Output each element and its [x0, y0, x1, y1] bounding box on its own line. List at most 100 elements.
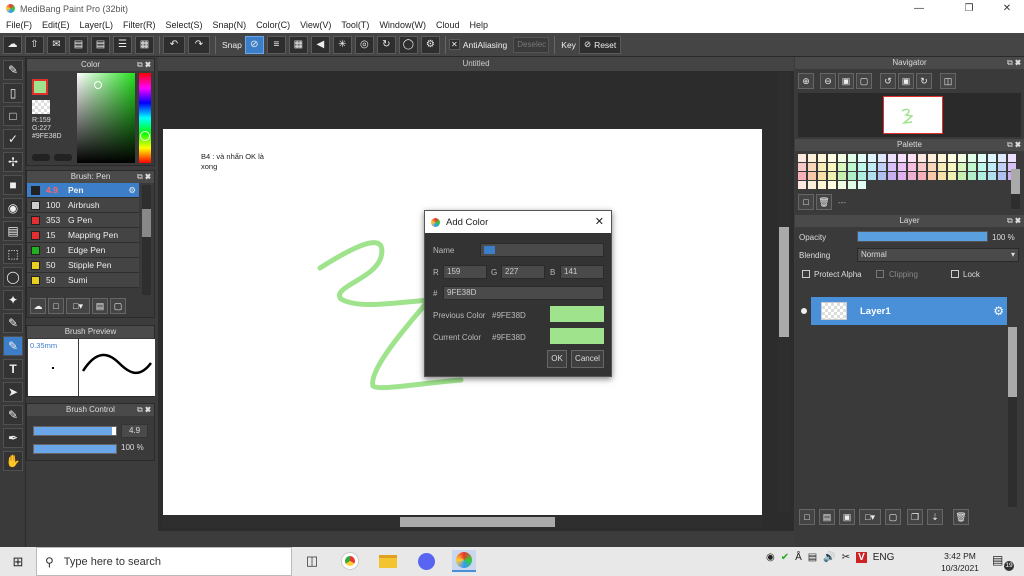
radial-snap-icon[interactable]: ✳	[332, 35, 352, 54]
layer-scrollbar[interactable]	[1008, 327, 1017, 507]
palette-swatch[interactable]	[888, 172, 896, 180]
palette-swatch[interactable]	[978, 172, 986, 180]
palette-swatch[interactable]	[938, 154, 946, 162]
brush-item[interactable]: 100 Airbrush	[27, 198, 139, 213]
rotate-reset-icon[interactable]: ▣	[898, 73, 914, 89]
palette-swatch[interactable]	[898, 172, 906, 180]
lasso-tool-icon[interactable]: ◯	[3, 267, 23, 287]
snap-off-icon[interactable]: ⊘	[244, 35, 264, 54]
palette-swatch[interactable]	[998, 172, 1006, 180]
palette-swatch[interactable]	[918, 172, 926, 180]
cut-icon[interactable]: ✂	[842, 552, 850, 563]
magic-wand-tool-icon[interactable]: ✦	[3, 290, 23, 310]
palette-swatch[interactable]	[998, 163, 1006, 171]
gear-icon[interactable]: ⚙	[993, 304, 1004, 318]
network-icon[interactable]: ▤	[808, 552, 817, 563]
palette-swatch[interactable]	[848, 181, 856, 189]
palette-swatch[interactable]	[938, 172, 946, 180]
palette-swatch[interactable]	[858, 154, 866, 162]
palette-swatch[interactable]	[958, 172, 966, 180]
add-layer-dropdown-icon[interactable]: □▾	[859, 509, 881, 525]
new-1bit-layer-icon[interactable]: ▣	[839, 509, 855, 525]
palette-swatch[interactable]	[898, 154, 906, 162]
fill-rect-tool-icon[interactable]: ■	[3, 175, 23, 195]
chat-icon[interactable]: ✉	[47, 35, 66, 54]
menu-window[interactable]: Window(W)	[379, 20, 426, 30]
layer-folder-icon[interactable]: ▢	[885, 509, 901, 525]
palette-swatch[interactable]	[808, 181, 816, 189]
palette-swatch[interactable]	[878, 163, 886, 171]
navigator-viewport[interactable]	[883, 96, 943, 134]
palette-swatch[interactable]	[828, 163, 836, 171]
menu-edit[interactable]: Edit(E)	[42, 20, 70, 30]
task-view-icon[interactable]: ◫	[300, 550, 324, 572]
close-window-button[interactable]: ✕	[992, 0, 1022, 17]
delete-color-icon[interactable]: 🗑	[816, 194, 832, 210]
select-pen-tool-icon[interactable]: ✎	[3, 313, 23, 333]
clock[interactable]: 3:42 PM 10/3/2021	[936, 550, 984, 574]
parallel-snap-icon[interactable]: ≡	[266, 35, 286, 54]
brush-list-scrollbar[interactable]	[142, 185, 151, 295]
panel-float-close-icon[interactable]: ⧉ ✖	[137, 171, 151, 183]
perspective-snap-icon[interactable]: ◀	[310, 35, 330, 54]
palette-swatch[interactable]	[898, 163, 906, 171]
brush-item[interactable]: 353 G Pen	[27, 213, 139, 228]
palette-swatch[interactable]	[908, 154, 916, 162]
curve-snap-icon[interactable]: ↻	[376, 35, 396, 54]
deselect-button[interactable]: Deselec	[513, 36, 550, 53]
palette-swatch[interactable]	[888, 163, 896, 171]
scrollbar-thumb[interactable]	[142, 209, 151, 237]
brush-tool-icon[interactable]: ✎	[3, 60, 23, 80]
hue-cursor[interactable]	[140, 131, 150, 141]
menu-file[interactable]: File(F)	[6, 20, 32, 30]
transparent-swatch[interactable]	[32, 100, 50, 114]
new-halftone-layer-icon[interactable]: ▤	[819, 509, 835, 525]
file-explorer-icon[interactable]	[376, 550, 400, 572]
minimize-button[interactable]: —	[904, 0, 934, 17]
menu-view[interactable]: View(V)	[300, 20, 331, 30]
palette-swatch[interactable]	[888, 154, 896, 162]
canvas-v-scrollbar[interactable]	[778, 72, 790, 512]
menu-filter[interactable]: Filter(R)	[123, 20, 156, 30]
dropper-tool-icon[interactable]: ✎	[3, 405, 23, 425]
palette-swatch[interactable]	[818, 172, 826, 180]
palette-swatch[interactable]	[948, 154, 956, 162]
duplicate-layer-icon[interactable]: ❐	[907, 509, 923, 525]
brush-item[interactable]: 50 Stipple Pen	[27, 258, 139, 273]
palette-swatch[interactable]	[918, 163, 926, 171]
menu-color[interactable]: Color(C)	[256, 20, 290, 30]
palette-swatch[interactable]	[958, 163, 966, 171]
palette-swatch[interactable]	[808, 172, 816, 180]
undo-icon[interactable]: ↶	[163, 35, 185, 54]
document-tab[interactable]: Untitled	[158, 57, 794, 71]
brush-size-slider[interactable]	[33, 426, 117, 436]
new-brush-icon[interactable]: □	[48, 298, 64, 314]
flip-icon[interactable]: ◫	[940, 73, 956, 89]
h-scrollbar-thumb[interactable]	[400, 517, 555, 527]
add-brush-dropdown-icon[interactable]: □▾	[66, 298, 90, 314]
palette-swatch[interactable]	[798, 172, 806, 180]
palette-swatch[interactable]	[858, 163, 866, 171]
select-rect-tool-icon[interactable]: ⬚	[3, 244, 23, 264]
brush-cloud-icon[interactable]: ☁	[30, 298, 46, 314]
navigator-preview[interactable]	[798, 93, 1021, 137]
menu-snap[interactable]: Snap(N)	[213, 20, 247, 30]
palette-swatch[interactable]	[828, 154, 836, 162]
palette-swatch[interactable]	[988, 154, 996, 162]
operation-tool-icon[interactable]: ➤	[3, 382, 23, 402]
merge-layer-icon[interactable]: ⇣	[927, 509, 943, 525]
eyedropper-tool-icon[interactable]: ✒	[3, 428, 23, 448]
move-tool-icon[interactable]: ✢	[3, 152, 23, 172]
layer-opacity-slider[interactable]	[857, 231, 988, 242]
palette-swatch[interactable]	[808, 163, 816, 171]
palette-swatch[interactable]	[858, 172, 866, 180]
palette-swatch[interactable]	[948, 163, 956, 171]
palette-swatch[interactable]	[868, 154, 876, 162]
bluetooth-icon[interactable]: Å	[795, 552, 802, 563]
hex-input[interactable]: 9FE38D	[443, 286, 604, 300]
actual-size-icon[interactable]: ▢	[856, 73, 872, 89]
brush-item[interactable]: 4.9 Pen ⚙	[27, 183, 139, 198]
hand-tool-icon[interactable]: ✋	[3, 451, 23, 471]
palette-swatch[interactable]	[838, 163, 846, 171]
brush-folder-icon[interactable]: ▢	[110, 298, 126, 314]
